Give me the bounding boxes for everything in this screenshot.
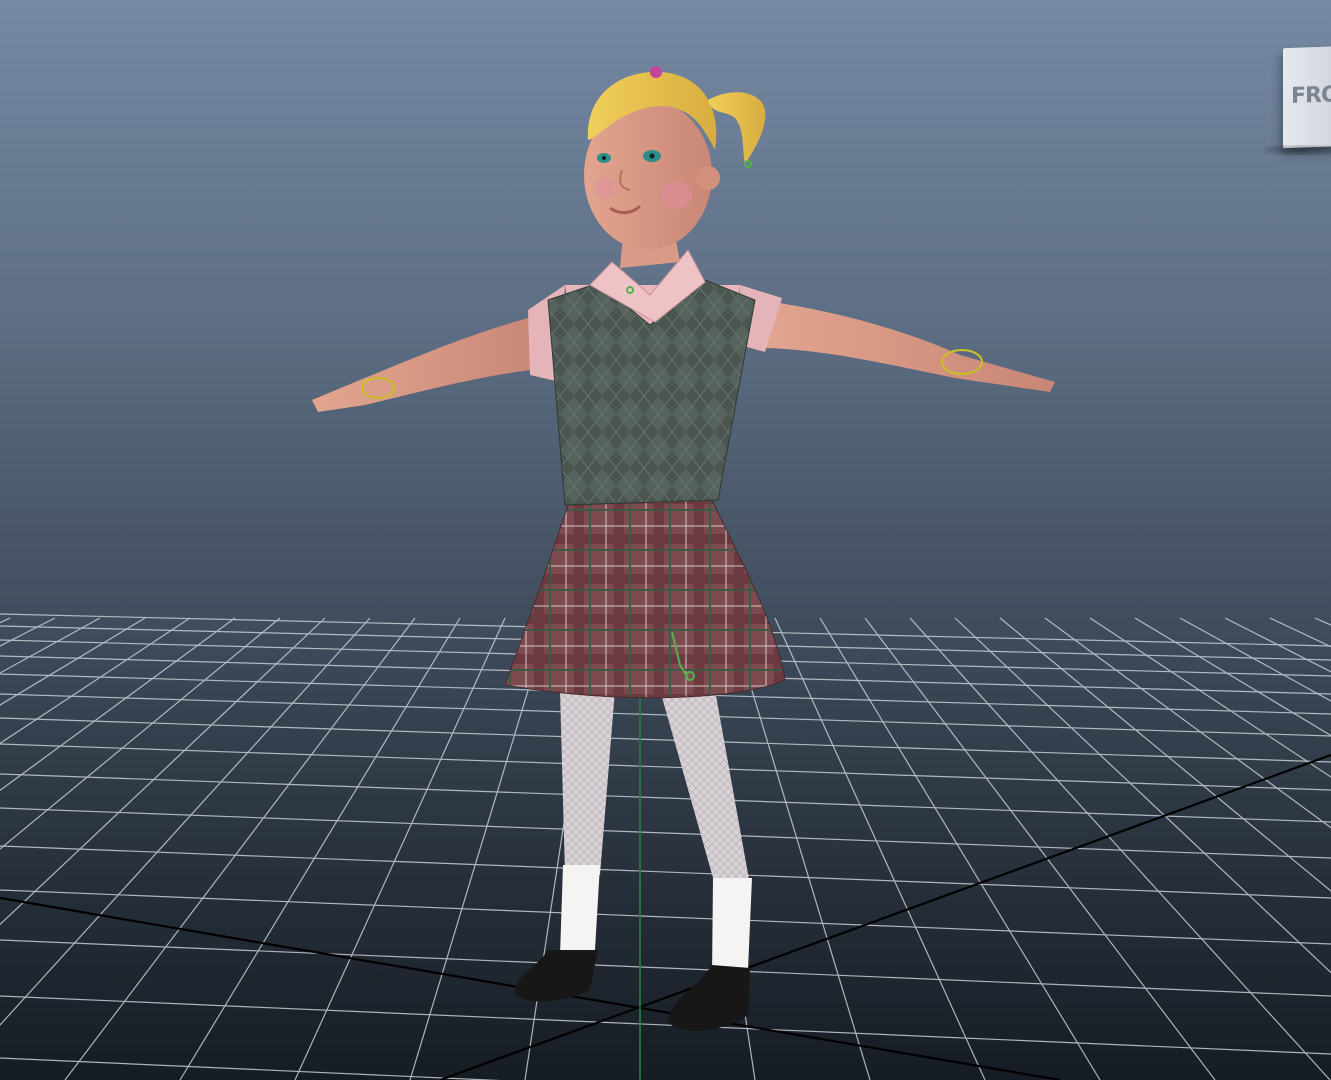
grid-line bbox=[0, 717, 1331, 763]
ponytail bbox=[708, 92, 766, 165]
control-handle-icon bbox=[744, 160, 752, 168]
world-axes bbox=[0, 690, 1331, 1080]
viewcube-shadow bbox=[1265, 145, 1331, 155]
viewcube-face-label[interactable]: FRON bbox=[1291, 82, 1331, 109]
grid-line bbox=[64, 617, 416, 1080]
left-arm bbox=[312, 315, 548, 412]
grid-line bbox=[0, 743, 1331, 791]
scene-canvas[interactable] bbox=[0, 0, 1331, 1080]
grid-line bbox=[0, 617, 326, 926]
right-leg bbox=[660, 690, 750, 885]
grid-line bbox=[0, 995, 1331, 1055]
grid-line bbox=[0, 939, 1331, 997]
grid-line bbox=[0, 617, 56, 647]
grid-line bbox=[864, 617, 1216, 1080]
plaid-skirt bbox=[504, 499, 786, 699]
grid-line bbox=[774, 617, 986, 1080]
viewport-3d[interactable]: FRON bbox=[0, 0, 1331, 1080]
grid-line bbox=[909, 617, 1331, 1080]
left-shoe bbox=[515, 950, 598, 1002]
grid-line bbox=[819, 617, 1101, 1080]
grid-line bbox=[1224, 617, 1331, 673]
grid-line bbox=[0, 1057, 502, 1080]
right-shoe bbox=[668, 965, 750, 1031]
right-sock bbox=[712, 878, 752, 975]
character-model-icon[interactable] bbox=[312, 66, 1055, 1031]
grid-line bbox=[0, 617, 11, 624]
grid-line bbox=[999, 617, 1331, 892]
left-sock bbox=[560, 865, 600, 955]
left-leg bbox=[560, 690, 615, 875]
grid-line bbox=[0, 889, 1331, 945]
grid-line bbox=[0, 617, 371, 1026]
right-arm bbox=[760, 300, 1055, 392]
grid-line bbox=[954, 617, 1331, 974]
grid-line bbox=[0, 807, 1331, 859]
grid-line bbox=[1179, 617, 1331, 702]
viewcube[interactable]: FRON bbox=[1283, 45, 1331, 149]
grid-line bbox=[0, 773, 1331, 823]
grid-line bbox=[1089, 617, 1331, 778]
grid-line bbox=[1314, 617, 1331, 626]
grid-line bbox=[1134, 617, 1331, 737]
grid-line bbox=[179, 617, 461, 1080]
grid-line bbox=[0, 845, 1331, 899]
